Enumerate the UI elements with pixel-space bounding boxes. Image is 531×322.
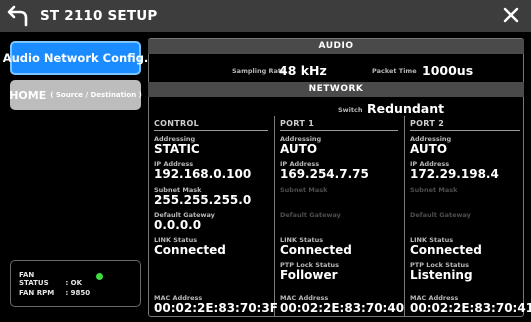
switch-label: Switch xyxy=(338,106,363,114)
port2-ip-value: 172.29.198.4 xyxy=(410,167,499,181)
fan-status-label: FAN STATUS xyxy=(19,271,49,287)
window-title: ST 2110 SETUP xyxy=(40,8,158,24)
audio-network-config-button[interactable]: Audio Network Config. xyxy=(3,41,148,75)
default-gateway-label: Default Gateway xyxy=(410,211,471,219)
fan-status-value: : OK xyxy=(65,279,83,287)
column-divider xyxy=(404,116,405,316)
sampling-rate-label: Sampling Rate xyxy=(232,67,286,75)
audio-network-config-label: Audio Network Config. xyxy=(2,51,149,65)
control-subnet-value: 255.255.255.0 xyxy=(154,193,252,207)
control-gateway-value: 0.0.0.0 xyxy=(154,218,202,232)
subnet-mask-label: Subnet Mask xyxy=(410,186,458,194)
switch-value: Redundant xyxy=(367,101,445,116)
home-sublabel: ( Source / Destination ) xyxy=(50,91,142,99)
column-underline xyxy=(154,130,268,131)
port1-mac-value: 00:02:2E:83:70:40 xyxy=(280,301,405,315)
close-icon xyxy=(503,7,519,23)
fan-rpm-label: FAN RPM xyxy=(19,289,55,297)
control-addressing-value: STATIC xyxy=(154,142,200,156)
network-header: NETWORK xyxy=(148,82,524,97)
port2-addressing-value: AUTO xyxy=(410,142,448,156)
packet-time-label: Packet Time xyxy=(372,67,417,75)
close-button[interactable] xyxy=(499,3,523,27)
back-arrow-icon xyxy=(7,5,28,27)
control-link-value: Connected xyxy=(154,243,226,257)
default-gateway-label: Default Gateway xyxy=(280,211,341,219)
home-label: HOME xyxy=(9,88,47,102)
port2-link-value: Connected xyxy=(410,243,482,257)
control-ip-value: 192.168.0.100 xyxy=(154,167,252,181)
back-button[interactable] xyxy=(6,3,32,29)
title-bar: ST 2110 SETUP xyxy=(0,0,531,32)
port1-ptp-value: Follower xyxy=(280,268,338,282)
fan-status-indicator xyxy=(96,273,103,280)
port2-ptp-value: Listening xyxy=(410,268,473,282)
audio-header: AUDIO xyxy=(148,39,524,54)
packet-time-value: 1000us xyxy=(422,63,474,78)
column-underline xyxy=(410,130,520,131)
column-underline xyxy=(280,130,398,131)
sampling-rate-value: 48 kHz xyxy=(279,63,327,78)
port2-column-title: PORT 2 xyxy=(410,119,445,128)
port1-addressing-value: AUTO xyxy=(280,142,318,156)
control-mac-value: 00:02:2E:83:70:3F xyxy=(154,301,278,315)
port1-column-title: PORT 1 xyxy=(280,119,315,128)
control-column-title: CONTROL xyxy=(154,119,199,128)
fan-rpm-value: : 9850 xyxy=(65,289,91,297)
port1-ip-value: 169.254.7.75 xyxy=(280,167,369,181)
fan-status-box: FAN STATUS : OK FAN RPM : 9850 xyxy=(10,260,141,307)
port2-mac-value: 00:02:2E:83:70:41 xyxy=(410,301,531,315)
port1-link-value: Connected xyxy=(280,243,352,257)
home-button[interactable]: HOME ( Source / Destination ) xyxy=(9,80,142,110)
subnet-mask-label: Subnet Mask xyxy=(280,186,328,194)
column-divider xyxy=(274,116,275,316)
